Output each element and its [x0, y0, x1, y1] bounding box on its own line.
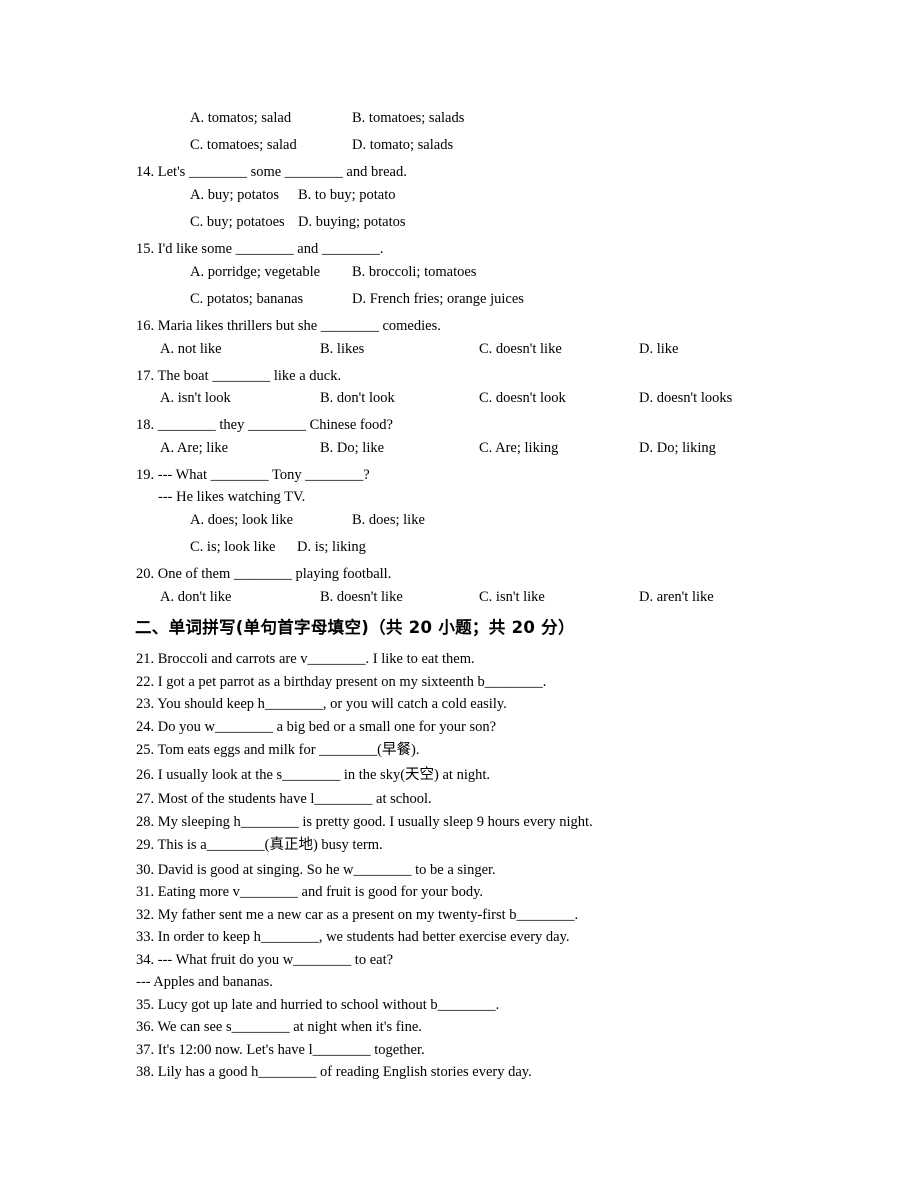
question-response: --- He likes watching TV. [158, 489, 306, 505]
option-d: D. French fries; orange juices [352, 291, 524, 307]
option-b: B. broccoli; tomatoes [352, 264, 477, 280]
question-stem: 16. Maria likes thrillers but she ______… [136, 318, 441, 334]
option-d: D. tomato; salads [352, 137, 454, 153]
spelling-item: 38. Lily has a good h________ of reading… [136, 1064, 532, 1080]
spelling-item: 22. I got a pet parrot as a birthday pre… [136, 674, 547, 690]
spelling-item: 28. My sleeping h________ is pretty good… [136, 814, 593, 830]
question-stem: 15. I'd like some ________ and ________. [136, 241, 384, 257]
spelling-item: 36. We can see s________ at night when i… [136, 1019, 422, 1035]
option-d: D. is; liking [297, 539, 366, 555]
option-b: B. to buy; potato [298, 187, 396, 203]
option-c: C. tomatoes; salad [190, 137, 297, 153]
option-b: B. does; like [352, 512, 425, 528]
option-a: A. don't like [160, 589, 232, 605]
section-heading: 二、单词拼写(单句首字母填空)（共 20 小题；共 20 分） [135, 618, 575, 637]
spelling-item: 33. In order to keep h________, we stude… [136, 929, 570, 945]
option-c: C. buy; potatoes [190, 214, 285, 230]
option-d: D. like [639, 341, 679, 357]
spelling-item: 32. My father sent me a new car as a pre… [136, 907, 579, 923]
option-d: D. aren't like [639, 589, 714, 605]
option-c: C. potatos; bananas [190, 291, 304, 307]
question-stem: 20. One of them ________ playing footbal… [136, 566, 392, 582]
option-b: B. doesn't like [320, 589, 403, 605]
spelling-item: 29. This is a________(真正地) busy term. [136, 837, 383, 853]
option-b: B. don't look [320, 390, 395, 406]
option-d: D. Do; liking [639, 440, 716, 456]
option-a: A. does; look like [190, 512, 294, 528]
question-stem: 19. --- What ________ Tony ________? [136, 467, 370, 483]
spelling-item: 26. I usually look at the s________ in t… [136, 767, 491, 783]
option-c: C. doesn't look [479, 390, 566, 406]
option-d: D. doesn't looks [639, 390, 733, 406]
spelling-item: 21. Broccoli and carrots are v________. … [136, 651, 475, 667]
option-c: C. doesn't like [479, 341, 562, 357]
option-d: D. buying; potatos [298, 214, 406, 230]
option-a: A. not like [160, 341, 222, 357]
spelling-item: 31. Eating more v________ and fruit is g… [136, 884, 484, 900]
spelling-item: 30. David is good at singing. So he w___… [136, 862, 496, 878]
question-stem: 14. Let's ________ some ________ and bre… [136, 164, 407, 180]
option-b: B. tomatoes; salads [352, 110, 465, 126]
spelling-item: 27. Most of the students have l________ … [136, 791, 432, 807]
spelling-item: 37. It's 12:00 now. Let's have l________… [136, 1042, 425, 1058]
option-a: A. Are; like [160, 440, 229, 456]
option-a: A. tomatos; salad [190, 110, 292, 126]
option-c: C. Are; liking [479, 440, 559, 456]
spelling-item: 35. Lucy got up late and hurried to scho… [136, 997, 500, 1013]
spelling-item: 34. --- What fruit do you w________ to e… [136, 952, 394, 968]
spelling-item: 24. Do you w________ a big bed or a smal… [136, 719, 497, 735]
spelling-item: 23. You should keep h________, or you wi… [136, 696, 507, 712]
option-a: A. isn't look [160, 390, 231, 406]
spelling-item: --- Apples and bananas. [136, 974, 273, 990]
question-stem: 17. The boat ________ like a duck. [136, 368, 342, 384]
spelling-item: 25. Tom eats eggs and milk for ________(… [136, 742, 420, 758]
option-a: A. porridge; vegetable [190, 264, 321, 280]
option-b: B. likes [320, 341, 365, 357]
option-c: C. isn't like [479, 589, 545, 605]
option-c: C. is; look like [190, 539, 276, 555]
option-b: B. Do; like [320, 440, 385, 456]
option-a: A. buy; potatos [190, 187, 280, 203]
question-stem: 18. ________ they ________ Chinese food? [136, 417, 393, 433]
